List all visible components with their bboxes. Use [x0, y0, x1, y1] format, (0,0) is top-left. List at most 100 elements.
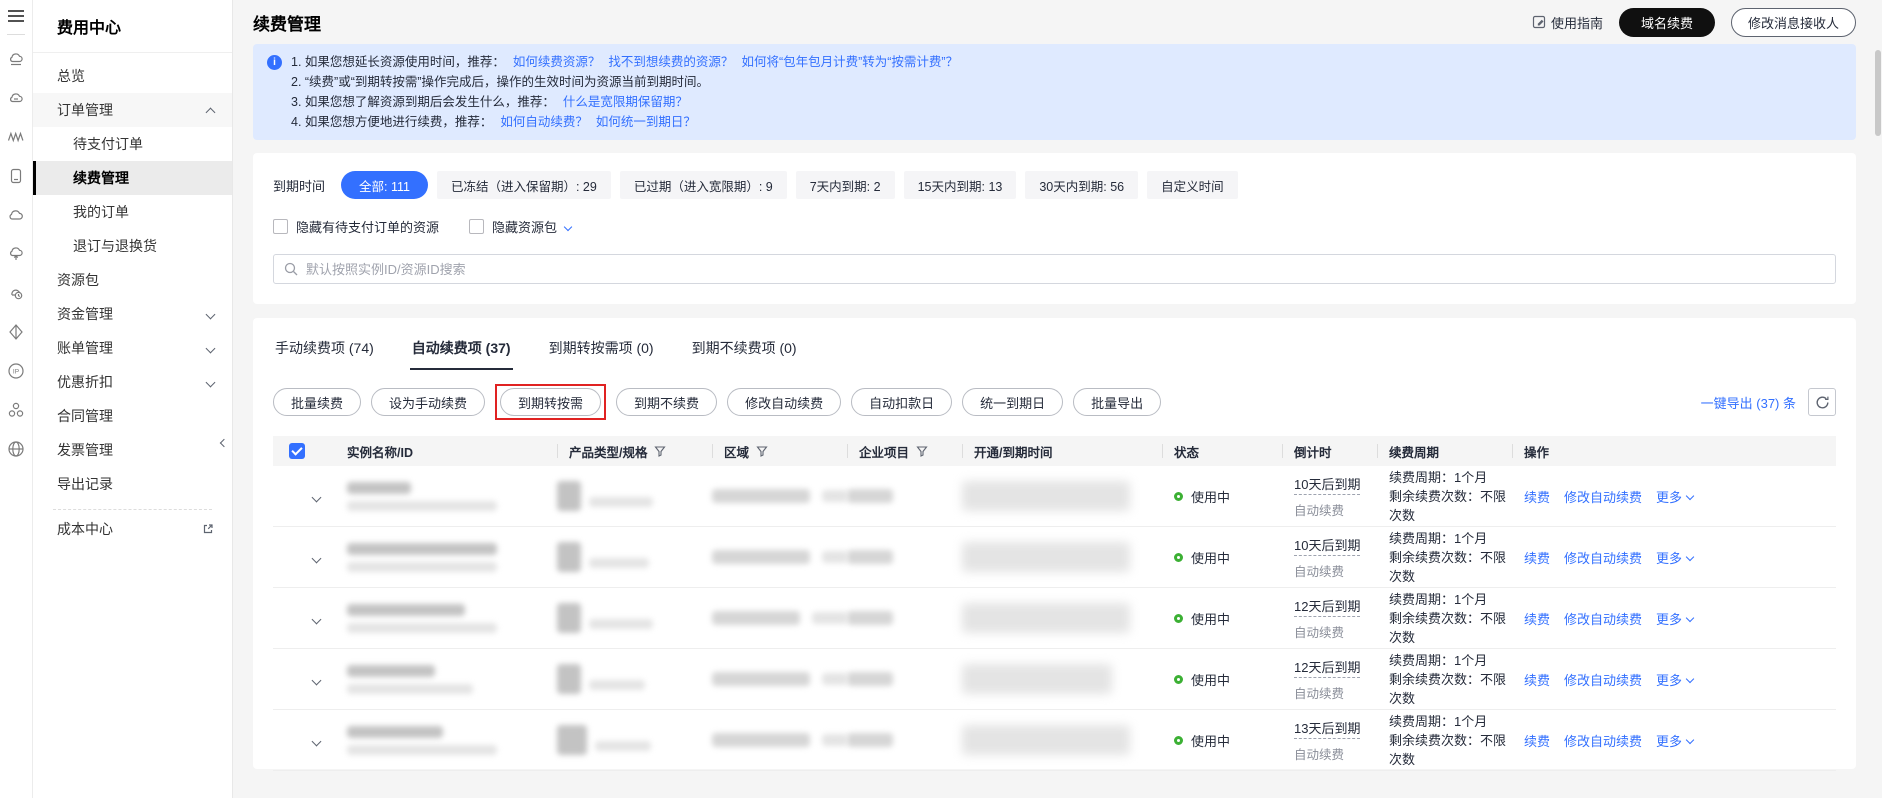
- modify-auto-renew-link[interactable]: 修改自动续费: [1564, 609, 1642, 628]
- expand-row-chevron-icon[interactable]: [311, 736, 322, 746]
- sidebar-item-cost-center[interactable]: 成本中心: [33, 512, 232, 546]
- filter-funnel-icon[interactable]: [654, 445, 667, 457]
- filter-frozen[interactable]: 已冻结（进入保留期）: 29: [436, 171, 611, 199]
- chevron-down-icon[interactable]: [563, 222, 573, 231]
- device-cloud-icon[interactable]: [7, 167, 25, 185]
- modify-auto-renew-link[interactable]: 修改自动续费: [1564, 670, 1642, 689]
- renew-link[interactable]: 续费: [1524, 548, 1550, 567]
- expire-no-renew-button[interactable]: 到期不续费: [616, 388, 718, 416]
- tab-manual-renewals[interactable]: 手动续费项 (74): [273, 330, 376, 370]
- cluster-icon[interactable]: [7, 401, 25, 419]
- sidebar-item-discounts[interactable]: 优惠折扣: [33, 365, 232, 399]
- modify-auto-renew-button[interactable]: 修改自动续费: [727, 388, 842, 416]
- cloud-server-icon[interactable]: [7, 50, 25, 68]
- renew-link[interactable]: 续费: [1524, 609, 1550, 628]
- more-actions-link[interactable]: 更多: [1656, 548, 1695, 567]
- search-box[interactable]: [273, 254, 1836, 284]
- sidebar-item-my-orders[interactable]: 我的订单: [33, 195, 232, 229]
- waves-icon[interactable]: [7, 128, 25, 146]
- renew-link[interactable]: 续费: [1524, 670, 1550, 689]
- sidebar-item-bill-management[interactable]: 账单管理: [33, 331, 232, 365]
- sidebar-item-renewal-management[interactable]: 续费管理: [33, 161, 232, 195]
- refresh-button[interactable]: [1808, 388, 1836, 416]
- redacted-instance-name: [347, 481, 557, 511]
- modify-auto-renew-link[interactable]: 修改自动续费: [1564, 548, 1642, 567]
- prism-icon[interactable]: [7, 323, 25, 341]
- unified-expiry-date-button[interactable]: 统一到期日: [962, 388, 1064, 416]
- filter-15-days[interactable]: 15天内到期: 13: [903, 171, 1017, 199]
- link-unified-expiry-date[interactable]: 如何统一到期日？: [596, 115, 696, 129]
- sidebar-item-unsubscribe[interactable]: 退订与退换货: [33, 229, 232, 263]
- expand-row-chevron-icon[interactable]: [311, 553, 322, 563]
- modify-auto-renew-link[interactable]: 修改自动续费: [1564, 487, 1642, 506]
- batch-renew-button[interactable]: 批量续费: [273, 388, 362, 416]
- filter-30-days[interactable]: 30天内到期: 56: [1025, 171, 1139, 199]
- hide-pending-order-checkbox[interactable]: 隐藏有待支付订单的资源: [273, 217, 439, 236]
- link-cannot-find-resource[interactable]: 找不到想续费的资源？: [608, 55, 733, 69]
- filter-all[interactable]: 全部: 111: [341, 171, 428, 199]
- sidebar-item-contract-management[interactable]: 合同管理: [33, 399, 232, 433]
- sidebar-item-pending-orders[interactable]: 待支付订单: [33, 127, 232, 161]
- sidebar-item-export-records[interactable]: 导出记录: [33, 467, 232, 501]
- expire-to-ondemand-button[interactable]: 到期转按需: [500, 388, 602, 416]
- cloud-icon[interactable]: [7, 206, 25, 224]
- cloud-card-icon[interactable]: [7, 89, 25, 107]
- sidebar-item-overview[interactable]: 总览: [33, 59, 232, 93]
- filter-7-days[interactable]: 7天内到期: 2: [795, 171, 895, 199]
- status-text: 使用中: [1191, 733, 1231, 749]
- link-auto-renew[interactable]: 如何自动续费？: [500, 115, 588, 129]
- more-actions-link[interactable]: 更多: [1656, 670, 1695, 689]
- expiry-filter-label: 到期时间: [273, 178, 326, 194]
- sidebar-item-resource-packages[interactable]: 资源包: [33, 263, 232, 297]
- tab-expire-to-ondemand[interactable]: 到期转按需项 (0): [547, 330, 656, 370]
- cloud-upload-icon[interactable]: [7, 245, 25, 263]
- checkbox-unchecked[interactable]: [469, 219, 485, 234]
- link-yearly-to-ondemand[interactable]: 如何将“包年包月计费”转为“按需计费”？: [741, 55, 958, 69]
- checkbox-unchecked[interactable]: [273, 219, 288, 234]
- sidebar-item-invoice-management[interactable]: 发票管理: [33, 433, 232, 467]
- guide-doc-icon: [1532, 15, 1546, 29]
- tab-expire-no-renewal[interactable]: 到期不续费项 (0): [690, 330, 799, 370]
- sidebar-item-funds-management[interactable]: 资金管理: [33, 297, 232, 331]
- redacted-project: [847, 550, 962, 564]
- more-actions-link[interactable]: 更多: [1656, 487, 1695, 506]
- set-manual-renew-button[interactable]: 设为手动续费: [371, 388, 486, 416]
- more-actions-link[interactable]: 更多: [1656, 731, 1695, 750]
- expand-row-chevron-icon[interactable]: [311, 675, 322, 685]
- sidebar-title: 费用中心: [57, 20, 122, 37]
- search-input[interactable]: [306, 261, 1825, 277]
- redacted-open-expire-time: [962, 725, 1162, 755]
- usage-guide-link[interactable]: 使用指南: [1532, 13, 1603, 32]
- filter-funnel-icon[interactable]: [756, 445, 768, 457]
- batch-export-button[interactable]: 批量导出: [1073, 388, 1162, 416]
- cloud-clock-icon[interactable]: [7, 284, 25, 302]
- modify-message-receiver-button[interactable]: 修改消息接收人: [1730, 7, 1856, 37]
- redacted-region: [712, 733, 847, 747]
- column-status: 状态: [1174, 445, 1200, 460]
- more-actions-link[interactable]: 更多: [1656, 609, 1695, 628]
- select-all-checkbox[interactable]: [289, 443, 305, 459]
- domain-renew-button[interactable]: 域名续费: [1618, 7, 1715, 37]
- page-scrollbar-thumb[interactable]: [1875, 50, 1881, 136]
- globe-icon[interactable]: [7, 440, 25, 458]
- expand-row-chevron-icon[interactable]: [311, 492, 322, 502]
- filter-custom-time[interactable]: 自定义时间: [1147, 171, 1238, 199]
- hide-resource-package-checkbox[interactable]: 隐藏资源包: [469, 217, 573, 236]
- auto-deduction-date-button[interactable]: 自动扣款日: [851, 388, 953, 416]
- ip-address-icon[interactable]: IP: [7, 362, 25, 380]
- renew-link[interactable]: 续费: [1524, 731, 1550, 750]
- sidebar-item-order-management[interactable]: 订单管理: [33, 93, 232, 127]
- hamburger-menu-icon[interactable]: [7, 9, 25, 23]
- banner-line-1: 1. 如果您想延长资源使用时间，推荐： 如何续费资源？ 找不到想续费的资源？ 如何将“…: [291, 55, 959, 69]
- one-click-export-link[interactable]: 一键导出 (37) 条: [1701, 393, 1796, 412]
- renew-link[interactable]: 续费: [1524, 487, 1550, 506]
- link-how-to-renew[interactable]: 如何续费资源？: [513, 55, 601, 69]
- filter-funnel-icon[interactable]: [916, 445, 928, 457]
- tab-auto-renewals[interactable]: 自动续费项 (37): [409, 330, 513, 370]
- expand-row-chevron-icon[interactable]: [311, 614, 322, 624]
- status-green-dot: [1174, 491, 1183, 501]
- filter-expired[interactable]: 已过期（进入宽限期）: 9: [619, 171, 787, 199]
- column-actions: 操作: [1524, 445, 1550, 460]
- link-grace-retention-period[interactable]: 什么是宽限期保留期？: [563, 95, 688, 109]
- modify-auto-renew-link[interactable]: 修改自动续费: [1564, 731, 1642, 750]
